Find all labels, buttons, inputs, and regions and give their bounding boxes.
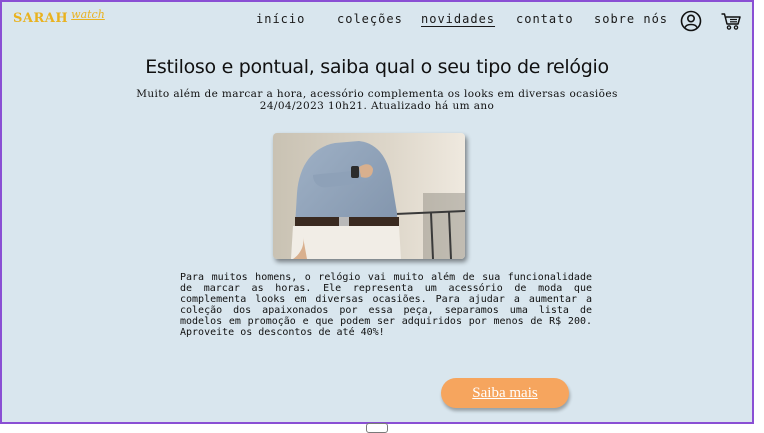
nav-item-sobre-nos[interactable]: sobre nós [594, 12, 668, 26]
top-nav: SARAH watch início coleções novidades co… [2, 2, 752, 38]
article-lead: Muito além de marcar a hora, acessório c… [136, 88, 618, 100]
nav-item-novidades[interactable]: novidades [421, 12, 495, 26]
cart-icon[interactable] [720, 10, 742, 32]
article-subtitle: Muito além de marcar a hora, acessório c… [2, 88, 752, 112]
brand-name: SARAH [13, 11, 69, 26]
nav-item-contato[interactable]: contato [516, 12, 574, 26]
brand-script: watch [71, 8, 105, 21]
article-body: Para muitos homens, o relógio vai muito … [180, 272, 592, 338]
saiba-mais-button[interactable]: Saiba mais [441, 378, 569, 408]
resize-handle[interactable] [366, 423, 388, 433]
user-icon[interactable] [680, 10, 702, 32]
page-frame: SARAH watch início coleções novidades co… [0, 0, 754, 424]
brand-logo[interactable]: SARAH watch [13, 8, 105, 26]
article-meta: 24/04/2023 10h21. Atualizado há um ano [259, 100, 495, 112]
nav-item-colecoes[interactable]: coleções [337, 12, 403, 26]
article-title: Estiloso e pontual, saiba qual o seu tip… [145, 56, 609, 78]
nav-item-inicio[interactable]: início [256, 12, 305, 26]
article-photo [273, 133, 465, 259]
